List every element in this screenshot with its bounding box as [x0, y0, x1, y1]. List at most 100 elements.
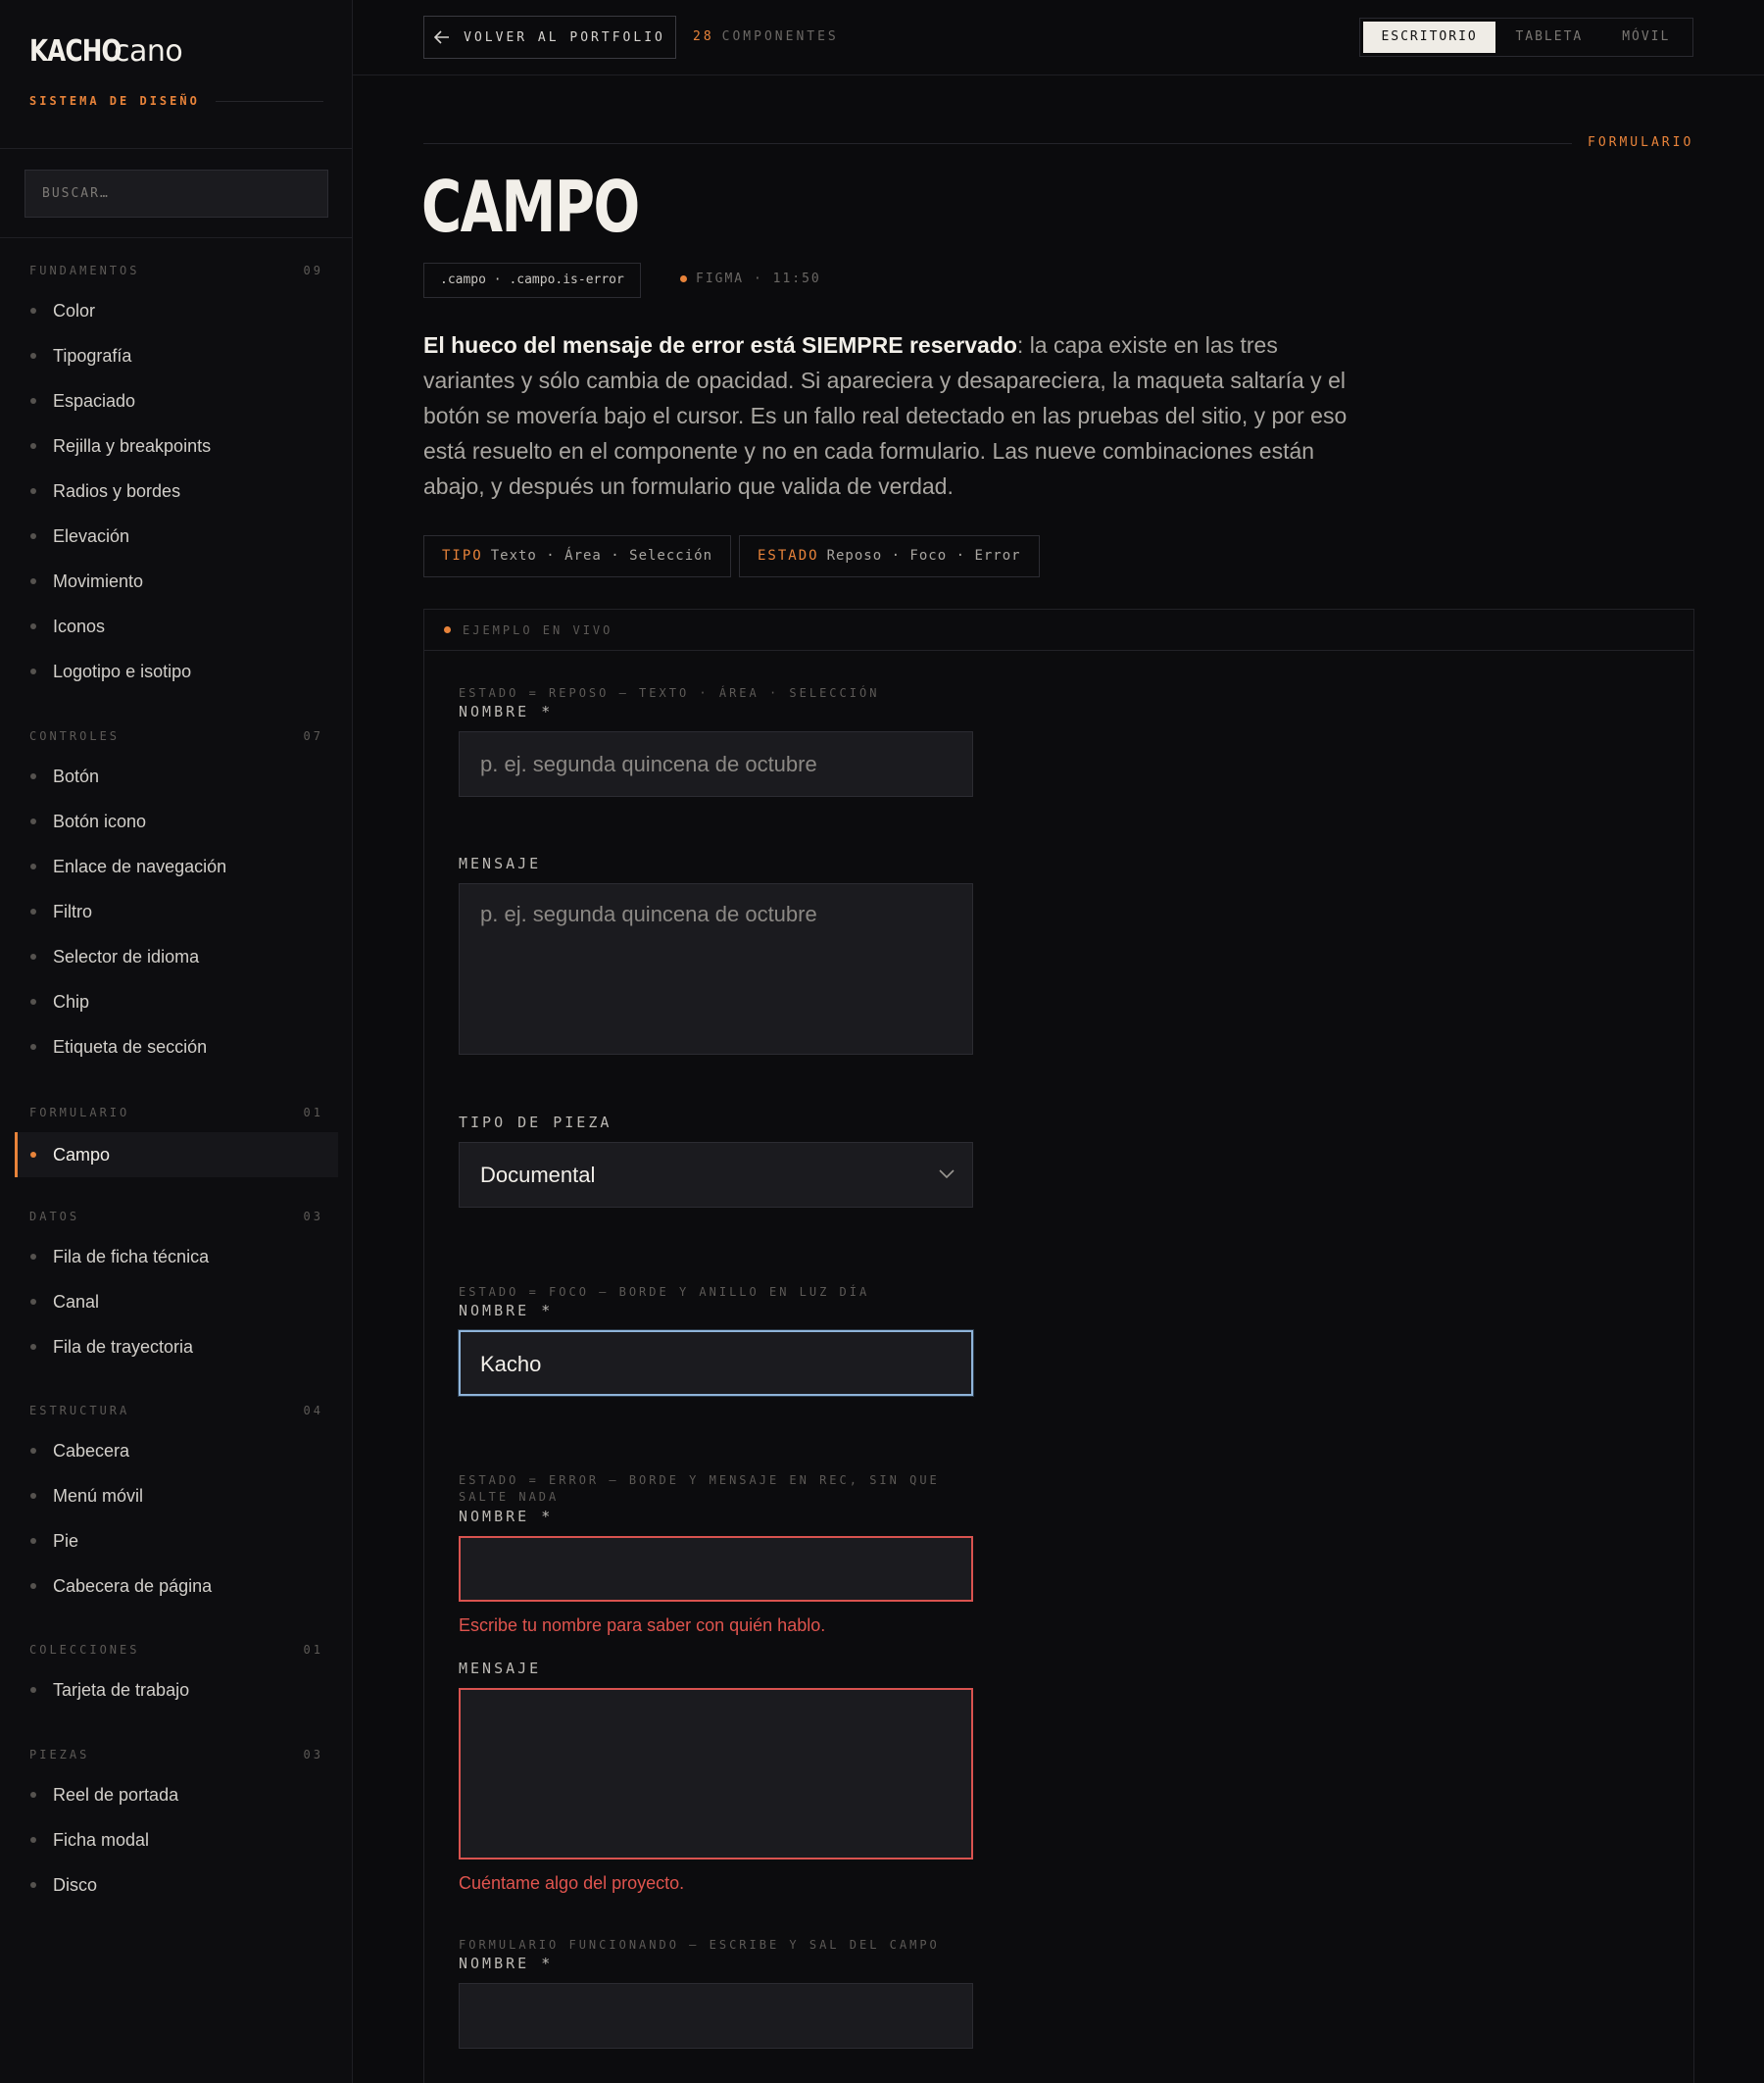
sidebar-item-menu-movil[interactable]: Menú móvil — [0, 1473, 353, 1518]
nombre-input-reposo[interactable]: p. ej. segunda quincena de octubre — [459, 731, 973, 797]
viewport-switcher: ESCRITORIO TABLETA MÓVIL — [1359, 18, 1693, 57]
section-tag: FORMULARIO — [1588, 135, 1694, 150]
sidebar-item-tipografia[interactable]: Tipografía — [0, 333, 353, 378]
sidebar-item-radios[interactable]: Radios y bordes — [0, 469, 353, 514]
sidebar-item-ficha-modal[interactable]: Ficha modal — [0, 1817, 353, 1862]
nav-group-title: FUNDAMENTOS — [29, 264, 140, 277]
sidebar-item-disco[interactable]: Disco — [0, 1862, 353, 1908]
nav-group-count: 03 — [303, 1210, 323, 1223]
nav-group-count: 07 — [303, 729, 323, 743]
lead-strong: El hueco del mensaje de error está SIEMP… — [423, 332, 1017, 358]
figma-reference-label: FIGMA · 11:50 — [696, 272, 821, 286]
sidebar-item-elevacion[interactable]: Elevación — [0, 514, 353, 559]
sidebar-item-boton-icono[interactable]: Botón icono — [0, 799, 353, 844]
nav-group-formulario: FORMULARIO 01 Campo — [0, 1103, 353, 1177]
label-nombre: NOMBRE * — [459, 1302, 554, 1319]
lead-paragraph: El hueco del mensaje de error está SIEMP… — [423, 327, 1354, 504]
sidebar-item-chip[interactable]: Chip — [0, 979, 353, 1024]
sidebar-item-movimiento[interactable]: Movimiento — [0, 559, 353, 604]
brand-subtitle-text: SISTEMA DE DISEÑO — [29, 94, 200, 108]
estado-key: ESTADO — [758, 548, 819, 564]
chevron-down-icon — [939, 1169, 955, 1179]
live-example-header: EJEMPLO EN VIVO — [424, 610, 1693, 651]
mensaje-error-message: Cuéntame algo del proyecto. — [459, 1873, 685, 1893]
label-nombre: NOMBRE * — [459, 703, 554, 720]
tipo-pieza-value: Documental — [480, 1163, 596, 1187]
back-button-label: VOLVER AL PORTFOLIO — [464, 29, 665, 45]
tipo-key: TIPO — [442, 548, 483, 564]
sidebar-item-rejilla[interactable]: Rejilla y breakpoints — [0, 423, 353, 469]
sidebar-item-color[interactable]: Color — [0, 288, 353, 333]
search-input[interactable]: BUSCAR… — [24, 170, 328, 218]
sidebar-item-reel[interactable]: Reel de portada — [0, 1772, 353, 1817]
nav-group-header: COLECCIONES 01 — [0, 1640, 353, 1660]
nav-group-count: 04 — [303, 1404, 323, 1417]
sidebar-item-campo[interactable]: Campo — [15, 1132, 338, 1177]
sidebar-item-espaciado[interactable]: Espaciado — [0, 378, 353, 423]
component-count-label: COMPONENTES — [721, 29, 839, 44]
nombre-input-error[interactable] — [459, 1536, 973, 1602]
sidebar-item-tarjeta-trabajo[interactable]: Tarjeta de trabajo — [0, 1667, 353, 1712]
mensaje-textarea-reposo[interactable]: p. ej. segunda quincena de octubre — [459, 883, 973, 1055]
nav-group-title: CONTROLES — [29, 729, 121, 743]
nav-group-datos: DATOS 03 Fila de ficha técnica Canal Fil… — [0, 1207, 353, 1369]
page-title: CAMPO — [421, 166, 640, 248]
nav-group-fundamentos: FUNDAMENTOS 09 Color Tipografía Espaciad… — [0, 261, 353, 694]
sidebar-item-enlace[interactable]: Enlace de navegación — [0, 844, 353, 889]
sidebar-item-filtro[interactable]: Filtro — [0, 889, 353, 934]
nav-group-header: FUNDAMENTOS 09 — [0, 261, 353, 280]
nav-group-header: CONTROLES 07 — [0, 726, 353, 746]
figma-reference[interactable]: FIGMA · 11:50 — [680, 272, 821, 286]
label-mensaje: MENSAJE — [459, 1660, 542, 1677]
nombre-placeholder: p. ej. segunda quincena de octubre — [480, 752, 817, 776]
section-rule — [423, 143, 1572, 144]
sidebar-item-cabecera-pagina[interactable]: Cabecera de página — [0, 1563, 353, 1609]
sidebar-item-ficha-tecnica[interactable]: Fila de ficha técnica — [0, 1234, 353, 1279]
figma-dot-icon — [680, 275, 687, 282]
tipo-chip: TIPO Texto · Área · Selección — [423, 535, 732, 577]
nombre-input-foco[interactable]: Kacho — [459, 1330, 973, 1396]
sidebar-item-pie[interactable]: Pie — [0, 1518, 353, 1563]
component-count-number: 28 — [693, 29, 714, 44]
label-tipo-pieza: TIPO DE PIEZA — [459, 1114, 612, 1131]
live-example-title: EJEMPLO EN VIVO — [463, 622, 613, 637]
viewport-tablet-button[interactable]: TABLETA — [1495, 22, 1602, 53]
brand-logo[interactable]: KACHO cano — [29, 29, 183, 69]
sidebar-item-selector-idioma[interactable]: Selector de idioma — [0, 934, 353, 979]
sidebar-item-trayectoria[interactable]: Fila de trayectoria — [0, 1324, 353, 1369]
label-mensaje: MENSAJE — [459, 855, 542, 872]
sidebar-item-cabecera[interactable]: Cabecera — [0, 1428, 353, 1473]
nav-group-estructura: ESTRUCTURA 04 Cabecera Menú móvil Pie Ca… — [0, 1401, 353, 1609]
sidebar-item-iconos[interactable]: Iconos — [0, 604, 353, 649]
nav-group-count: 03 — [303, 1748, 323, 1761]
viewport-desktop-button[interactable]: ESCRITORIO — [1363, 22, 1496, 53]
sidebar-item-etiqueta[interactable]: Etiqueta de sección — [0, 1024, 353, 1069]
sidebar: KACHO cano SISTEMA DE DISEÑO BUSCAR… FUN… — [0, 0, 353, 2083]
tipo-values: Texto · Área · Selección — [490, 548, 713, 564]
component-count: 28 COMPONENTES — [693, 29, 839, 44]
brand-subtitle-rule — [215, 100, 323, 102]
nav-group-title: COLECCIONES — [29, 1643, 140, 1657]
mensaje-textarea-error[interactable] — [459, 1688, 973, 1860]
tipo-pieza-select[interactable]: Documental — [459, 1142, 973, 1208]
nav-group-title: FORMULARIO — [29, 1106, 130, 1119]
sidebar-item-canal[interactable]: Canal — [0, 1279, 353, 1324]
nav-group-header: ESTRUCTURA 04 — [0, 1401, 353, 1420]
back-to-portfolio-button[interactable]: VOLVER AL PORTFOLIO — [423, 16, 676, 59]
viewport-mobile-button[interactable]: MÓVIL — [1603, 22, 1690, 53]
label-nombre: NOMBRE * — [459, 1955, 554, 1972]
nav-group-count: 01 — [303, 1106, 323, 1119]
nav-group-count: 09 — [303, 264, 323, 277]
nombre-error-message: Escribe tu nombre para saber con quién h… — [459, 1615, 826, 1635]
nav-group-header: PIEZAS 03 — [0, 1745, 353, 1764]
nav-group-piezas: PIEZAS 03 Reel de portada Ficha modal Di… — [0, 1745, 353, 1908]
caption-reposo: ESTADO = REPOSO — TEXTO · ÁREA · SELECCI… — [459, 686, 880, 700]
sidebar-divider — [0, 148, 353, 149]
sidebar-item-logotipo[interactable]: Logotipo e isotipo — [0, 649, 353, 694]
estado-values: Reposo · Foco · Error — [826, 548, 1021, 564]
nombre-input-live[interactable] — [459, 1983, 973, 2049]
class-names-chip: .campo · .campo.is-error — [423, 263, 641, 298]
sidebar-item-boton[interactable]: Botón — [0, 754, 353, 799]
caption-error: ESTADO = ERROR — BORDE Y MENSAJE EN REC,… — [459, 1473, 940, 1504]
topbar: VOLVER AL PORTFOLIO 28 COMPONENTES ESCRIT… — [353, 0, 1764, 75]
